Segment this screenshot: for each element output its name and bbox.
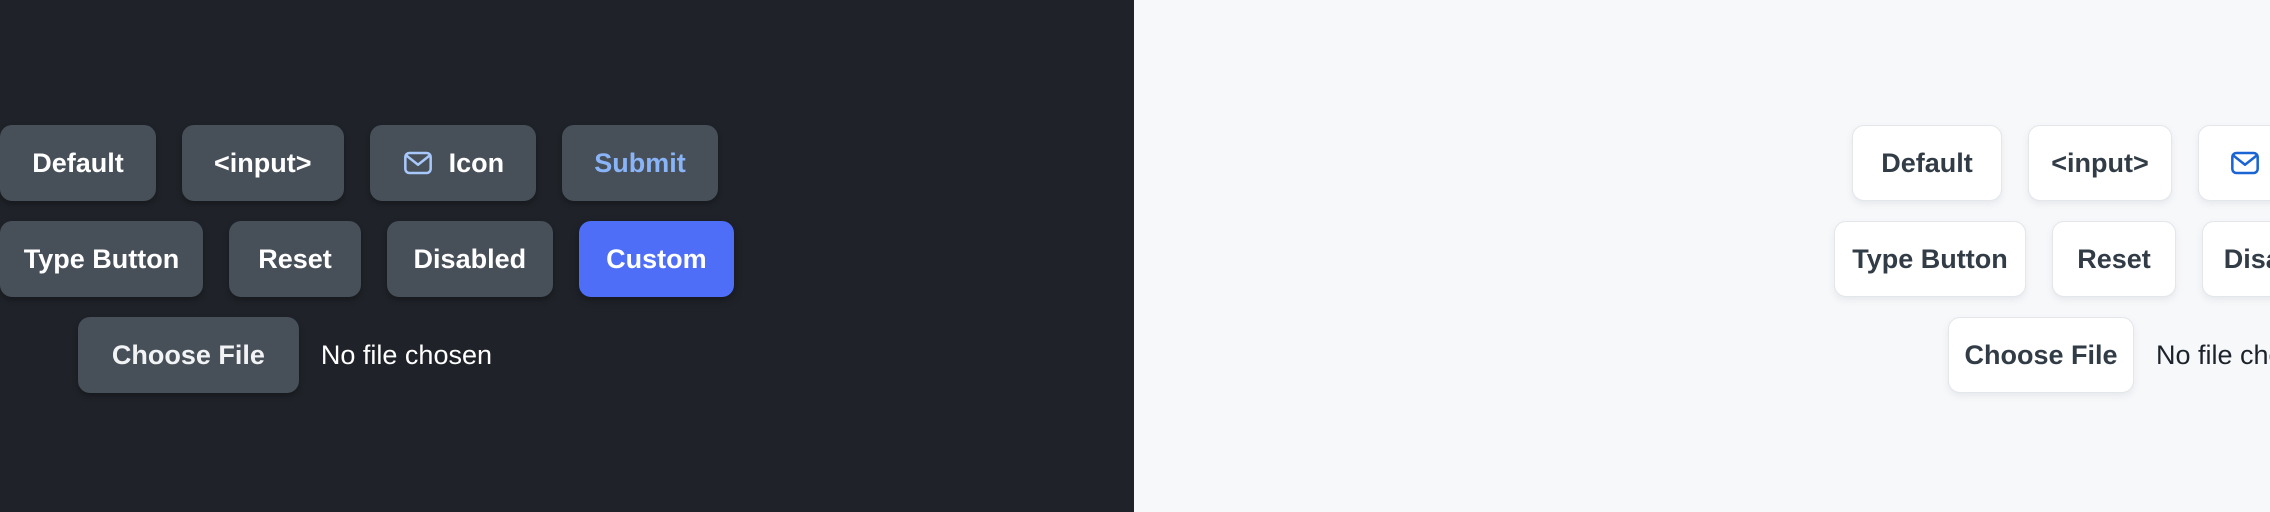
disabled-button[interactable]: Disabled	[2202, 221, 2270, 297]
default-button[interactable]: Default	[1852, 125, 2002, 201]
reset-button[interactable]: Reset	[2052, 221, 2176, 297]
envelope-icon	[402, 147, 434, 179]
reset-button[interactable]: Reset	[229, 221, 361, 297]
default-button[interactable]: Default	[0, 125, 156, 201]
light-button-row-1: Default <input> Icon Submit	[1134, 125, 2270, 201]
choose-file-button[interactable]: Choose File	[1948, 317, 2134, 393]
disabled-button[interactable]: Disabled	[386, 221, 553, 297]
envelope-icon	[2229, 147, 2261, 179]
file-status-text: No file chosen	[320, 339, 492, 370]
icon-button-label: Icon	[448, 147, 505, 178]
light-button-row-2: Type Button Reset Disabled Custom	[1134, 221, 2270, 297]
file-status-text: No file chosen	[2156, 339, 2270, 370]
type-button[interactable]: Type Button	[0, 221, 204, 297]
button-showcase-stage: Default <input> Icon Submit Type Button …	[0, 0, 2270, 512]
dark-button-row-2: Type Button Reset Disabled Custom	[0, 221, 1134, 297]
submit-button[interactable]: Submit	[562, 125, 718, 201]
custom-button[interactable]: Custom	[578, 221, 734, 297]
dark-button-row-1: Default <input> Icon Submit	[0, 125, 1134, 201]
icon-button[interactable]: Icon	[2198, 125, 2270, 201]
choose-file-button[interactable]: Choose File	[77, 317, 299, 393]
dark-file-input-row: Choose File No file chosen	[0, 317, 1134, 393]
input-button[interactable]: <input>	[181, 125, 344, 201]
icon-button[interactable]: Icon	[369, 125, 537, 201]
light-theme-panel: Default <input> Icon Submit Type Button …	[1134, 0, 2270, 512]
light-file-input-row: Choose File No file chosen	[1134, 317, 2270, 393]
type-button[interactable]: Type Button	[1834, 221, 2026, 297]
dark-theme-panel: Default <input> Icon Submit Type Button …	[0, 0, 1134, 512]
input-button[interactable]: <input>	[2028, 125, 2172, 201]
